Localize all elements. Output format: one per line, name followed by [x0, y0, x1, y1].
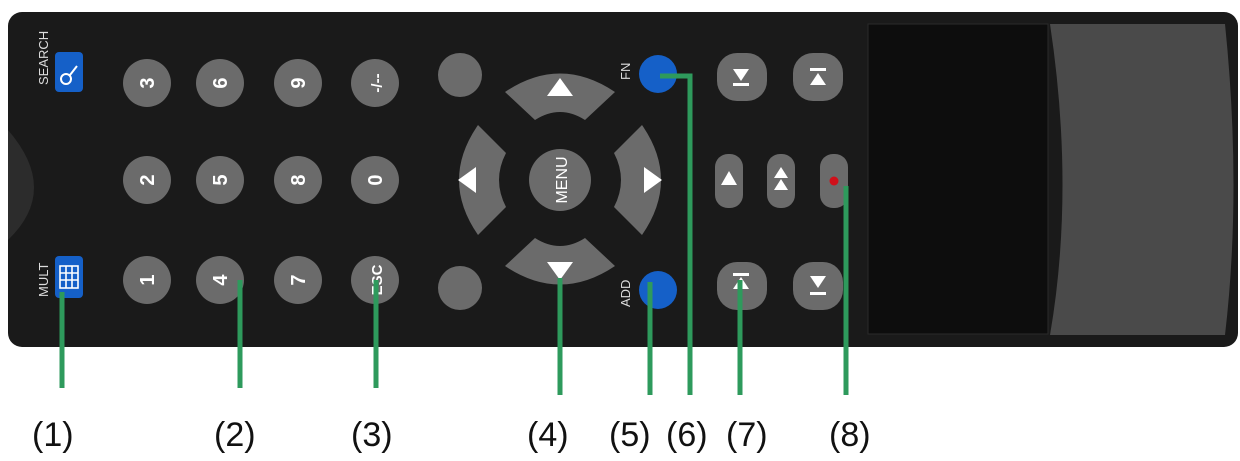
blank-key-bottom[interactable]	[438, 266, 482, 310]
add-button[interactable]	[639, 271, 677, 309]
digit-key-label: 6	[210, 77, 232, 88]
callout-label-6: (6)	[666, 416, 708, 454]
fn-label: FN	[618, 63, 633, 80]
digit-key-5[interactable]: 5	[196, 156, 244, 204]
callout-label-7: (7)	[726, 416, 768, 454]
digit-key-label: 2	[137, 174, 159, 185]
digit-key-label: 8	[288, 174, 310, 185]
digit-key-label: 9	[288, 77, 310, 88]
digit-key-label: 3	[137, 77, 159, 88]
callout-label-4: (4)	[527, 416, 569, 454]
remote-control: SEARCH MULT 3 6 9 -/-- 2580 1 4 7 ESC MENU FN …	[8, 12, 1238, 395]
callout-label-8: (8)	[829, 416, 871, 454]
digit-key-label: -/--	[369, 73, 386, 92]
digit-key-label: 1	[137, 274, 159, 285]
skip-end-button[interactable]	[793, 53, 843, 101]
fast-play-button[interactable]	[767, 154, 795, 208]
play-button[interactable]	[715, 154, 743, 208]
mult-label: MULT	[36, 263, 51, 297]
digit-key-9[interactable]: 9	[274, 59, 322, 107]
digit-key-label: 7	[288, 274, 310, 285]
digit-key-3[interactable]: 3	[123, 59, 171, 107]
skip-start-button[interactable]	[793, 262, 843, 310]
menu-label: MENU	[554, 156, 571, 203]
search-button[interactable]	[55, 52, 83, 92]
callout-label-2: (2)	[214, 416, 256, 454]
record-icon	[829, 176, 839, 186]
digit-key-label: 5	[210, 174, 232, 185]
digit-key--/--[interactable]: -/--	[351, 59, 399, 107]
mult-button[interactable]	[55, 256, 83, 298]
step-forward-button[interactable]	[717, 53, 767, 101]
callout-label-3: (3)	[351, 416, 393, 454]
digit-key-label: 4	[210, 274, 232, 286]
digit-key-6[interactable]: 6	[196, 59, 244, 107]
digit-key-2[interactable]: 2	[123, 156, 171, 204]
ir-window	[867, 23, 1049, 335]
digit-key-1[interactable]: 1	[123, 256, 171, 304]
search-label: SEARCH	[36, 31, 51, 85]
digit-key-4[interactable]: 4	[196, 256, 244, 304]
add-label: ADD	[618, 280, 633, 307]
callout-label-1: (1)	[32, 416, 74, 454]
digit-key-7[interactable]: 7	[274, 256, 322, 304]
blank-key-top[interactable]	[438, 53, 482, 97]
callout-label-5: (5)	[609, 416, 651, 454]
remote-end-cap	[1050, 24, 1234, 335]
digit-key-0[interactable]: 0	[351, 156, 399, 204]
digit-key-8[interactable]: 8	[274, 156, 322, 204]
digit-key-label: 0	[365, 174, 387, 185]
